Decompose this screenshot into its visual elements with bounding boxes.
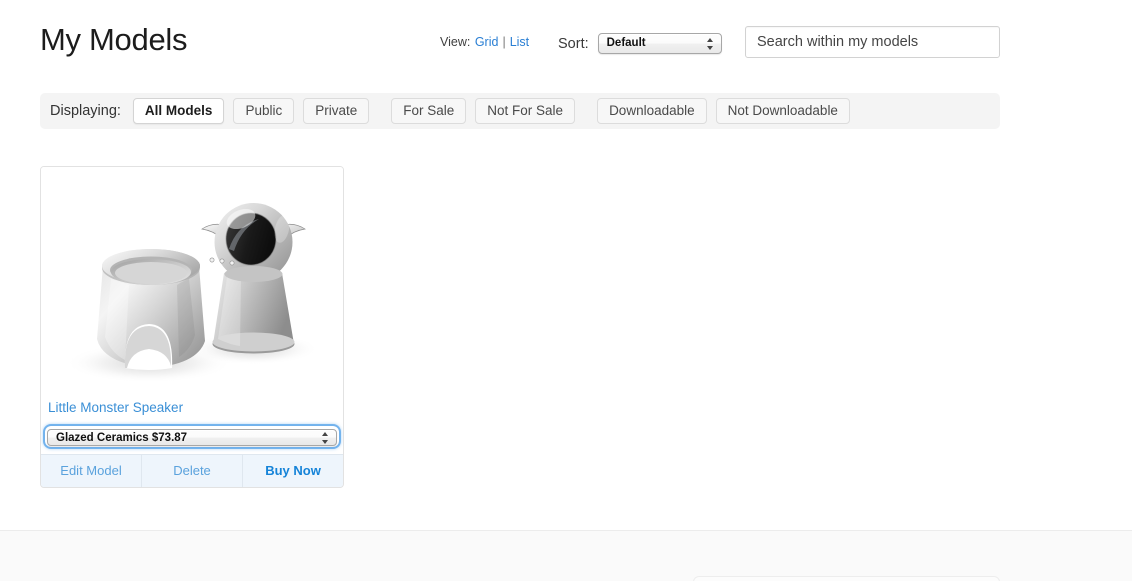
variant-select-focus-ring: Glazed Ceramics $73.87 [45, 426, 339, 447]
filter-public[interactable]: Public [233, 98, 295, 124]
buy-now-button[interactable]: Buy Now [243, 455, 343, 487]
filter-for-sale[interactable]: For Sale [391, 98, 467, 124]
edit-model-button[interactable]: Edit Model [41, 455, 142, 487]
view-label: View: [440, 35, 471, 49]
footer-widget-panel [693, 576, 1000, 581]
filter-bar: Displaying: All Models Public Private Fo… [40, 93, 1000, 129]
sort-label: Sort: [558, 35, 589, 52]
view-list-link[interactable]: List [510, 35, 529, 49]
sort-select[interactable]: Default [597, 33, 722, 54]
page-footer [0, 530, 1132, 581]
filter-private[interactable]: Private [303, 98, 370, 124]
stepper-arrows-icon [322, 431, 330, 445]
view-separator: | [502, 35, 506, 49]
model-card-actions: Edit Model Delete Buy Now [41, 454, 343, 487]
page-root: My Models View: Grid | List Sort: Default … [0, 0, 1132, 581]
view-mode-controls: View: Grid | List [440, 34, 530, 50]
filter-all-models[interactable]: All Models [132, 98, 225, 124]
stepper-arrows-icon [706, 37, 715, 51]
sort-controls: Sort: Default [558, 33, 722, 54]
search-input[interactable]: Search within my models [745, 26, 1000, 58]
page-title: My Models [40, 22, 188, 57]
displaying-label: Displaying: [50, 103, 121, 119]
filter-not-downloadable[interactable]: Not Downloadable [715, 98, 850, 124]
filter-downloadable[interactable]: Downloadable [597, 98, 707, 124]
model-thumbnail[interactable] [41, 167, 343, 389]
delete-model-button[interactable]: Delete [142, 455, 243, 487]
variant-select[interactable]: Glazed Ceramics $73.87 [47, 429, 337, 446]
variant-select-value: Glazed Ceramics $73.87 [56, 432, 188, 444]
model-name-link[interactable]: Little Monster Speaker [48, 399, 183, 417]
view-grid-link[interactable]: Grid [475, 35, 499, 49]
filter-not-for-sale[interactable]: Not For Sale [475, 98, 576, 124]
page-header: My Models View: Grid | List Sort: Default … [0, 0, 1132, 86]
sort-select-value: Default [606, 37, 646, 49]
model-card: Little Monster Speaker Glazed Ceramics $… [40, 166, 344, 488]
